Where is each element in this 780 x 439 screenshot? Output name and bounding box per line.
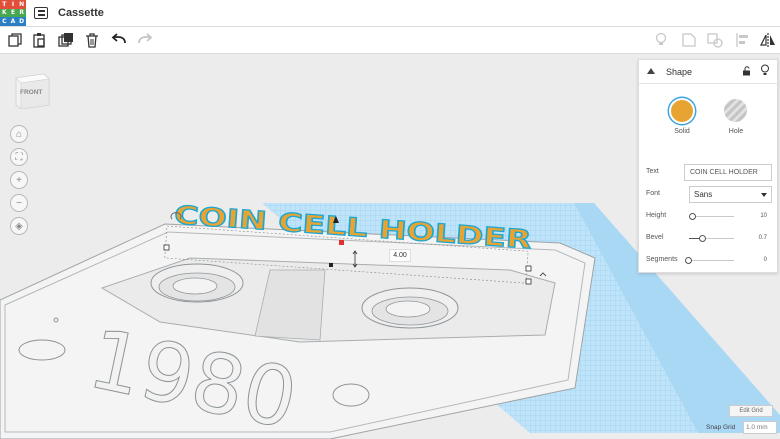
text-property-input[interactable]: COIN CELL HOLDER xyxy=(684,164,772,181)
hole-label: Hole xyxy=(728,128,744,135)
segments-property-label: Segments xyxy=(646,256,678,263)
snap-grid-select[interactable]: 1.0 mm xyxy=(743,421,777,434)
home-view-icon[interactable]: ⌂ xyxy=(10,125,28,143)
zoom-out-icon[interactable]: − xyxy=(10,194,28,212)
paste-icon[interactable] xyxy=(31,32,47,48)
design-title[interactable]: Cassette xyxy=(58,7,104,19)
text-property-label: Text xyxy=(646,168,659,175)
solid-button[interactable] xyxy=(669,98,695,124)
logo-letter: E xyxy=(8,8,18,18)
lock-icon[interactable] xyxy=(742,66,752,76)
designs-menu-icon[interactable] xyxy=(34,7,48,19)
segments-slider-knob[interactable] xyxy=(685,257,692,264)
solid-label: Solid xyxy=(674,128,690,135)
copy-icon[interactable] xyxy=(7,32,23,48)
logo-letter: R xyxy=(17,8,26,18)
dimension-value-field[interactable]: 4.00 xyxy=(389,249,411,262)
fit-view-icon[interactable]: ⛶ xyxy=(10,148,28,166)
segments-value: 0 xyxy=(763,257,767,263)
logo-letter: A xyxy=(8,17,18,26)
height-property-label: Height xyxy=(646,212,667,219)
height-slider-knob[interactable] xyxy=(689,213,696,220)
ungroup-icon[interactable] xyxy=(707,32,723,48)
undo-icon[interactable] xyxy=(111,32,127,48)
app-header: TINKERCAD Cassette xyxy=(0,0,780,27)
height-slider[interactable] xyxy=(692,216,734,217)
perspective-icon[interactable]: ◈ xyxy=(10,217,28,235)
shape-panel-title: Shape xyxy=(666,67,693,77)
bevel-slider-knob[interactable] xyxy=(699,235,706,242)
zoom-in-icon[interactable]: + xyxy=(10,171,28,189)
collapse-panel-icon[interactable] xyxy=(647,68,655,74)
mirror-icon[interactable] xyxy=(760,32,776,48)
logo-letter: N xyxy=(17,0,26,9)
bevel-property-label: Bevel xyxy=(646,234,664,241)
edit-toolbar xyxy=(0,27,780,54)
tinkercad-logo[interactable]: TINKERCAD xyxy=(0,0,26,26)
shape-panel-header: Shape xyxy=(639,60,777,84)
logo-letter: I xyxy=(8,0,18,9)
visibility-bulb-icon[interactable] xyxy=(760,64,770,76)
logo-letter: T xyxy=(0,0,9,9)
resize-handle[interactable] xyxy=(329,263,333,267)
note-icon[interactable] xyxy=(653,32,669,48)
chevron-down-icon xyxy=(761,193,767,197)
logo-letter: C xyxy=(0,17,9,26)
resize-handle[interactable] xyxy=(525,278,532,285)
font-select[interactable]: Sans xyxy=(689,186,772,203)
redo-icon[interactable] xyxy=(137,32,153,48)
duplicate-icon[interactable] xyxy=(58,32,74,48)
view-cube-face-label: FRONT xyxy=(20,89,43,96)
bevel-value: 0.7 xyxy=(758,235,767,241)
view-cube[interactable]: FRONT xyxy=(12,69,52,110)
segments-slider[interactable] xyxy=(692,260,734,261)
align-icon[interactable] xyxy=(735,32,751,48)
hole-button[interactable] xyxy=(724,99,747,122)
height-value: 10 xyxy=(760,213,767,219)
shape-inspector-panel: Shape Solid Hole Text COIN CELL HOLDER F… xyxy=(638,59,778,273)
logo-letter: D xyxy=(17,17,26,26)
delete-icon[interactable] xyxy=(84,32,100,48)
rotate-handle[interactable] xyxy=(339,240,344,245)
resize-handle[interactable] xyxy=(163,244,170,251)
font-property-label: Font xyxy=(646,190,661,197)
logo-letter: K xyxy=(0,8,9,18)
snap-grid-label: Snap Grid xyxy=(706,424,736,431)
font-select-value: Sans xyxy=(694,190,713,199)
group-icon[interactable] xyxy=(681,32,697,48)
resize-handle[interactable] xyxy=(525,265,532,272)
edit-grid-button[interactable]: Edit Grid xyxy=(729,405,773,417)
